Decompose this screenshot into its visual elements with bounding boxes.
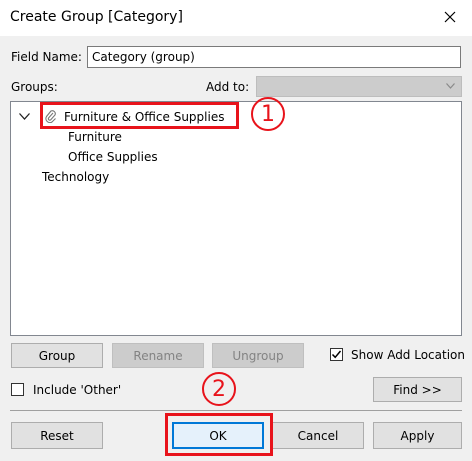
show-add-location-checkbox[interactable] xyxy=(330,348,343,361)
reset-button[interactable]: Reset xyxy=(11,422,103,449)
tree-item-furniture[interactable]: Furniture xyxy=(68,130,122,144)
add-to-label: Add to: xyxy=(206,80,250,94)
tree-item-technology[interactable]: Technology xyxy=(42,170,109,184)
checkmark-icon xyxy=(331,350,342,359)
expand-chevron-icon[interactable] xyxy=(19,113,30,120)
tree-item-office-supplies[interactable]: Office Supplies xyxy=(68,150,158,164)
title-bar: Create Group [Category] xyxy=(0,0,472,36)
annotation-number-1: 1 xyxy=(251,97,285,131)
groups-tree[interactable]: Furniture & Office Supplies Furniture Of… xyxy=(10,101,462,336)
annotation-box-2 xyxy=(165,413,273,456)
group-button[interactable]: Group xyxy=(11,343,103,368)
field-name-input[interactable]: Category (group) xyxy=(87,46,461,68)
add-to-select[interactable] xyxy=(256,76,462,97)
chevron-down-icon xyxy=(446,83,455,89)
annotation-box-1 xyxy=(40,102,239,129)
window-title: Create Group [Category] xyxy=(10,9,183,25)
find-button[interactable]: Find >> xyxy=(373,377,462,402)
rename-button[interactable]: Rename xyxy=(112,343,204,368)
close-button[interactable] xyxy=(428,0,472,34)
separator xyxy=(10,410,462,411)
ungroup-button[interactable]: Ungroup xyxy=(212,343,304,368)
apply-button[interactable]: Apply xyxy=(373,422,462,449)
groups-label: Groups: xyxy=(11,80,58,94)
include-other-label: Include 'Other' xyxy=(33,383,122,397)
field-name-label: Field Name: xyxy=(11,50,82,64)
cancel-button[interactable]: Cancel xyxy=(272,422,364,449)
include-other-checkbox[interactable] xyxy=(11,383,24,396)
close-icon xyxy=(444,11,456,23)
annotation-number-2: 2 xyxy=(202,372,236,406)
show-add-location-label: Show Add Location xyxy=(351,348,465,362)
